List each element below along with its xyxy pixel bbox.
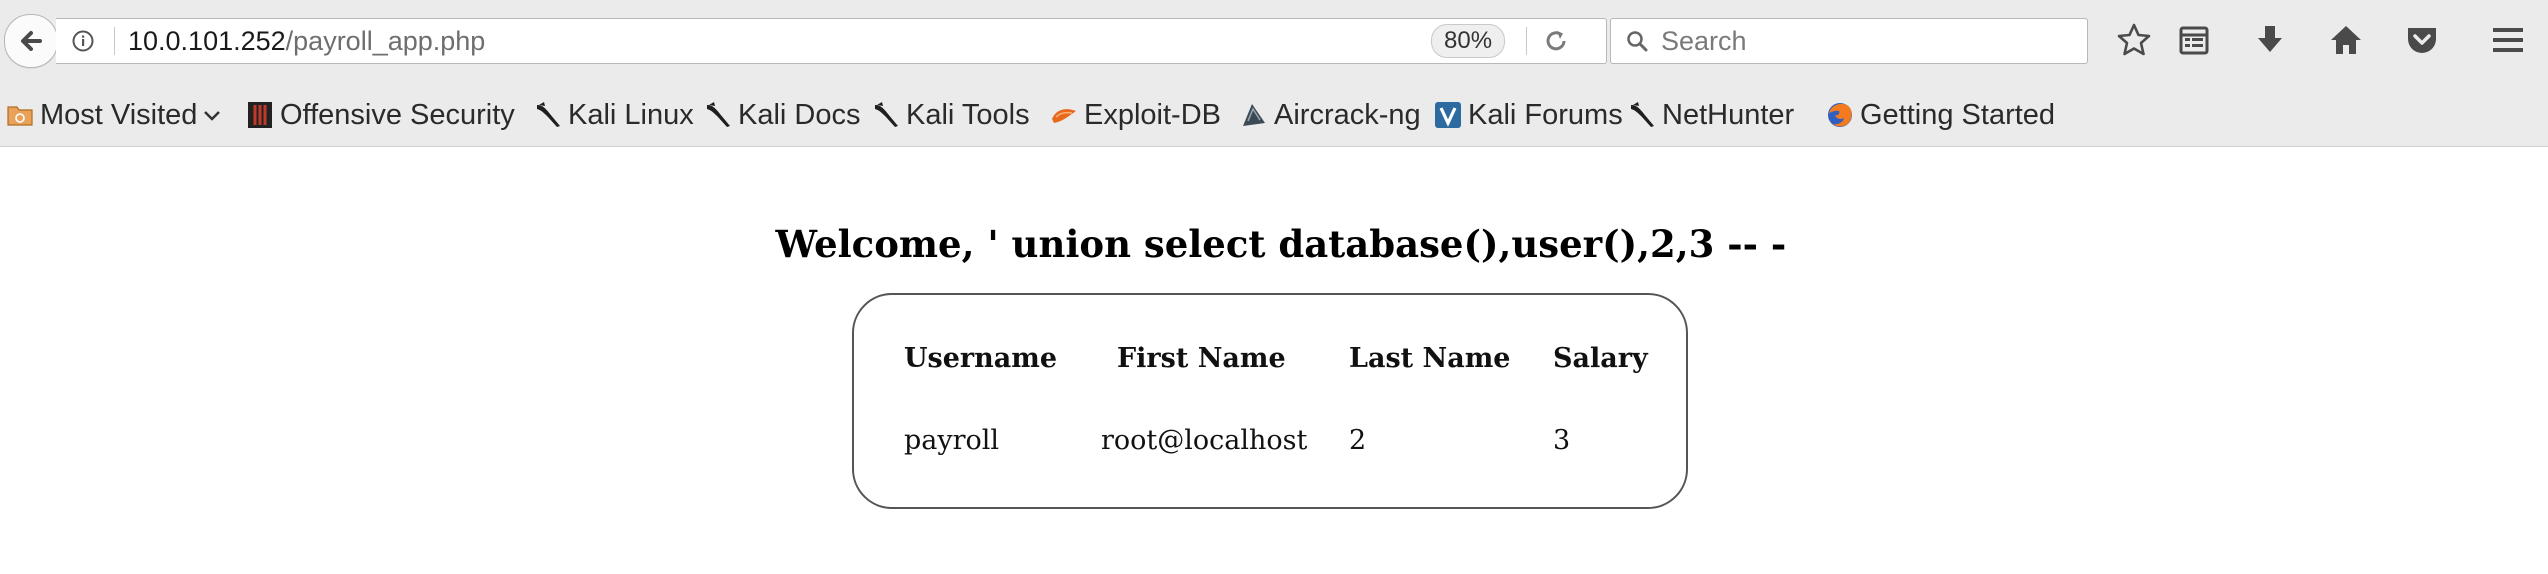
bookmark-label: Kali Linux [568, 98, 694, 131]
download-icon[interactable] [2250, 20, 2290, 60]
bookmark-nethunter[interactable]: NetHunter [1628, 97, 1794, 133]
cell-last-name: 2 [1349, 425, 1367, 456]
bookmark-label: NetHunter [1662, 98, 1795, 131]
url-path: /payroll_app.php [285, 26, 486, 56]
bookmark-label: Kali Forums [1468, 98, 1623, 131]
chevron-down-icon [204, 111, 221, 121]
column-header-last-name: Last Name [1349, 343, 1511, 374]
welcome-text: Welcome, ' union select database(),user(… [775, 222, 1787, 266]
bookmark-label: Kali Tools [906, 98, 1030, 131]
bookmark-kali-forums[interactable]: Kali Forums [1434, 97, 1623, 133]
url-separator [1526, 27, 1527, 55]
cell-first-name: root@localhost [1101, 425, 1308, 456]
navigation-toolbar: 10.0.101.252/payroll_app.php 80% Search [0, 0, 2548, 85]
search-input[interactable]: Search [1661, 25, 1747, 57]
home-icon[interactable] [2326, 20, 2366, 60]
search-icon [1627, 31, 1648, 52]
offsec-icon [246, 101, 274, 129]
column-header-username: Username [904, 343, 1058, 374]
reload-icon[interactable] [1542, 27, 1570, 55]
bookmark-label: Kali Docs [738, 98, 861, 131]
bookmark-kali-tools[interactable]: Kali Tools [872, 97, 1030, 133]
bookmark-label: Most Visited [40, 98, 198, 131]
kali-dragon-icon [534, 101, 562, 129]
url-host: 10.0.101.252 [128, 26, 286, 56]
bookmark-kali-docs[interactable]: Kali Docs [704, 97, 861, 133]
cell-salary: 3 [1553, 425, 1571, 456]
url-text[interactable]: 10.0.101.252/payroll_app.php [128, 25, 485, 57]
bookmark-label: Getting Started [1860, 98, 2056, 131]
bookmark-label: Offensive Security [280, 98, 515, 131]
url-separator [114, 27, 115, 55]
aircrack-icon [1240, 101, 1268, 129]
folder-icon [6, 101, 34, 129]
kali-forums-icon [1434, 101, 1462, 129]
kali-dragon-icon [1628, 101, 1656, 129]
bookmark-most-visited[interactable]: Most Visited [6, 97, 223, 133]
column-header-salary: Salary [1553, 343, 1648, 374]
bookmark-kali-linux[interactable]: Kali Linux [534, 97, 694, 133]
bookmark-exploit-db[interactable]: Exploit-DB [1050, 97, 1221, 133]
bookmark-offensive-security[interactable]: Offensive Security [246, 97, 515, 133]
bookmark-label: Aircrack-ng [1274, 98, 1421, 131]
bookmarks-toolbar: Most Visited Offensive Security Kali Lin… [0, 84, 2548, 147]
bookmark-aircrack-ng[interactable]: Aircrack-ng [1240, 97, 1421, 133]
cell-username: payroll [904, 425, 1000, 456]
kali-dragon-icon [872, 101, 900, 129]
welcome-heading: Welcome, ' union select database(),user(… [0, 178, 2548, 266]
url-bar[interactable]: 10.0.101.252/payroll_app.php 80% [56, 18, 1607, 64]
pocket-icon[interactable] [2402, 20, 2442, 60]
back-button[interactable] [4, 14, 58, 68]
bookmark-star-icon[interactable] [2114, 20, 2154, 60]
back-arrow-icon [21, 31, 42, 51]
reading-list-icon[interactable] [2174, 20, 2214, 60]
zoom-level-badge[interactable]: 80% [1431, 24, 1506, 58]
bookmark-label: Exploit-DB [1084, 98, 1221, 131]
info-icon[interactable] [72, 30, 94, 52]
exploit-db-icon [1050, 101, 1078, 129]
payroll-table-card: Username First Name Last Name Salary pay… [852, 293, 1688, 509]
column-header-first-name: First Name [1117, 343, 1286, 374]
firefox-icon [1826, 101, 1854, 129]
bookmark-getting-started[interactable]: Getting Started [1826, 97, 2055, 133]
kali-dragon-icon [704, 101, 732, 129]
search-bar[interactable]: Search [1610, 18, 2088, 64]
menu-icon[interactable] [2488, 20, 2528, 60]
